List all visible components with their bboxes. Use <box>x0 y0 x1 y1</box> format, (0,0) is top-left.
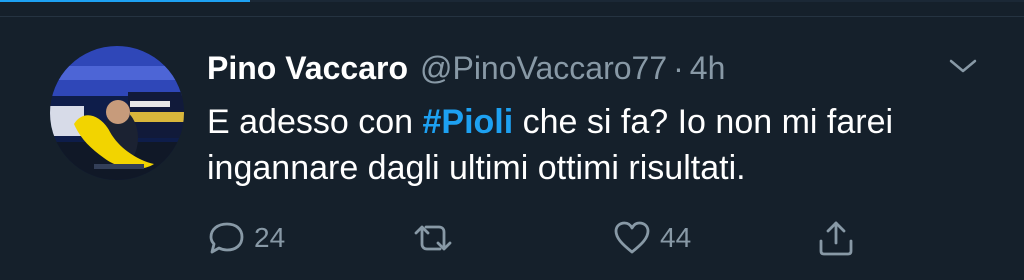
heart-icon <box>614 221 650 254</box>
like-button[interactable]: 44 <box>612 220 691 256</box>
active-tab-indicator <box>0 0 250 2</box>
tweet-text-before: E adesso con <box>207 103 423 141</box>
avatar[interactable] <box>50 46 184 180</box>
avatar-image <box>50 46 184 180</box>
reply-icon <box>209 222 244 254</box>
reply-button[interactable]: 24 <box>208 220 285 256</box>
chevron-down-icon <box>949 59 977 73</box>
reply-count: 24 <box>254 222 286 253</box>
separator-dot: · <box>673 49 684 86</box>
tweet-divider <box>0 16 1024 17</box>
tweet-menu-button[interactable] <box>946 54 980 78</box>
tweet-text: E adesso con #Pioli che si fa? Io non mi… <box>207 99 987 191</box>
hashtag-link[interactable]: #Pioli <box>422 103 513 141</box>
retweet-icon <box>414 225 452 251</box>
tweet-header: Pino Vaccaro @PinoVaccaro77 · 4h <box>207 46 725 90</box>
tweet-timestamp[interactable]: 4h <box>690 50 726 87</box>
retweet-button[interactable] <box>412 220 462 256</box>
username-handle[interactable]: @PinoVaccaro77 <box>420 50 667 87</box>
display-name[interactable]: Pino Vaccaro <box>207 50 408 87</box>
share-icon <box>819 221 853 256</box>
share-button[interactable] <box>816 220 856 256</box>
like-count: 44 <box>660 222 692 253</box>
